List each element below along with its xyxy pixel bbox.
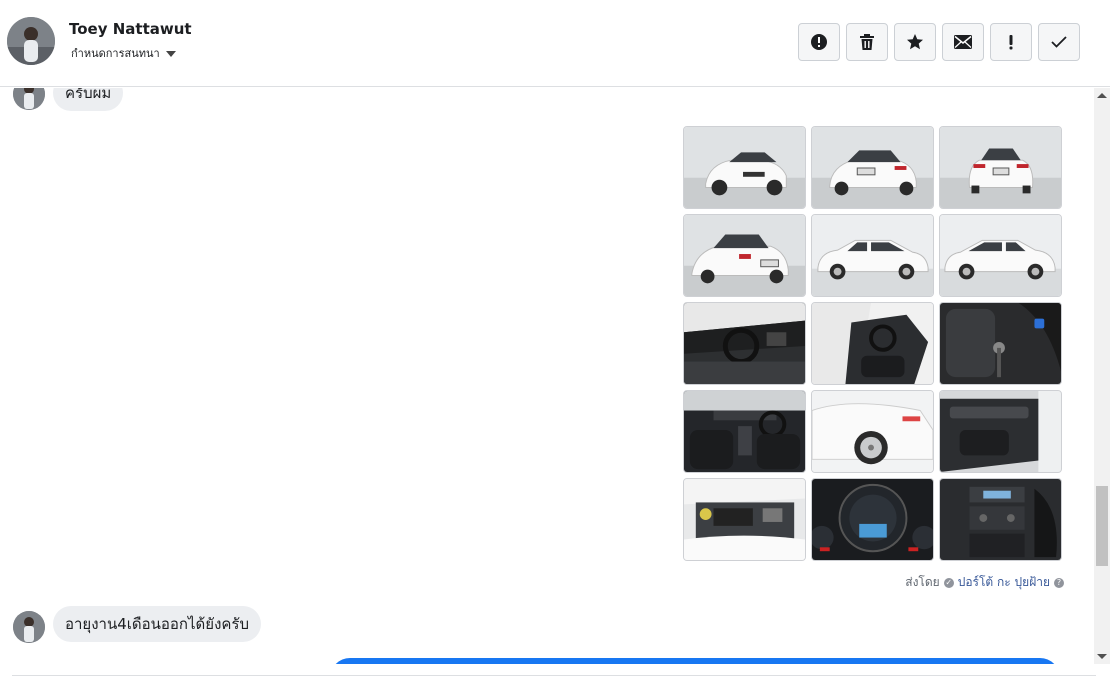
car-front-three-quarter-photo[interactable] <box>683 126 806 209</box>
avatar[interactable] <box>7 17 55 65</box>
scroll-down-arrow-icon[interactable] <box>1097 654 1107 659</box>
check-icon <box>1051 36 1067 48</box>
conversation-toolbar <box>798 23 1080 61</box>
mark-unread-button[interactable] <box>942 23 984 61</box>
mark-spam-button[interactable] <box>798 23 840 61</box>
cabin-photo[interactable] <box>683 390 806 473</box>
dashboard-photo[interactable] <box>683 302 806 385</box>
scrollbar[interactable] <box>1094 88 1110 664</box>
caret-down-icon <box>165 50 176 57</box>
outgoing-message-bubble[interactable] <box>330 658 1060 664</box>
trash-icon <box>860 34 874 50</box>
help-icon[interactable]: ? <box>1054 577 1064 588</box>
divider <box>12 675 1096 676</box>
sender-avatar[interactable] <box>13 611 45 643</box>
sent-by-prefix: ส่งโดย <box>905 575 940 589</box>
contact-name[interactable]: Toey Nattawut <box>69 20 192 38</box>
car-side-right-photo[interactable] <box>939 214 1062 297</box>
sent-by-name[interactable]: ปอร์โต้ กะ ปุยฝ้าย <box>958 573 1050 592</box>
mail-icon <box>954 35 972 49</box>
car-rear-angle-photo[interactable] <box>683 214 806 297</box>
gauge-cluster-photo[interactable] <box>811 478 934 561</box>
message-text: อายุงาน4เดือนออกได้ยังครับ <box>65 615 250 633</box>
scroll-up-arrow-icon[interactable] <box>1097 93 1107 98</box>
conversation-header: Toey Nattawut กำหนดการสนทนา <box>0 0 1110 87</box>
door-panel-photo[interactable] <box>939 390 1062 473</box>
wheel-photo[interactable] <box>811 390 934 473</box>
seats-photo[interactable] <box>811 302 934 385</box>
car-rear-photo[interactable] <box>939 126 1062 209</box>
verified-icon: ✓ <box>943 577 954 588</box>
star-button[interactable] <box>894 23 936 61</box>
photo-grid <box>683 126 1063 561</box>
follow-up-button[interactable] <box>990 23 1032 61</box>
conversation-settings-label: กำหนดการสนทนา <box>71 47 160 60</box>
message-text: ครับผม <box>65 88 112 102</box>
scrollbar-thumb[interactable] <box>1096 486 1108 566</box>
message-bubble[interactable]: ครับผม <box>53 88 124 111</box>
engine-bay-photo[interactable] <box>683 478 806 561</box>
alert-circle-icon <box>811 34 827 50</box>
delete-button[interactable] <box>846 23 888 61</box>
exclamation-icon <box>1009 35 1013 50</box>
message-thread[interactable]: ครับผม ส่งโดย ✓ ปอร์โต้ กะ ปุยฝ้าย ? อาย… <box>0 88 1093 664</box>
car-side-left-photo[interactable] <box>811 214 934 297</box>
message-bubble[interactable]: อายุงาน4เดือนออกได้ยังครับ <box>53 606 262 642</box>
sender-avatar[interactable] <box>13 88 45 110</box>
gear-shifter-photo[interactable] <box>939 302 1062 385</box>
star-icon <box>907 34 923 50</box>
mark-done-button[interactable] <box>1038 23 1080 61</box>
conversation-settings-dropdown[interactable]: กำหนดการสนทนา <box>71 44 176 62</box>
center-console-photo[interactable] <box>939 478 1062 561</box>
sent-by-note: ส่งโดย ✓ ปอร์โต้ กะ ปุยฝ้าย ? <box>905 573 1064 592</box>
car-rear-three-quarter-photo[interactable] <box>811 126 934 209</box>
